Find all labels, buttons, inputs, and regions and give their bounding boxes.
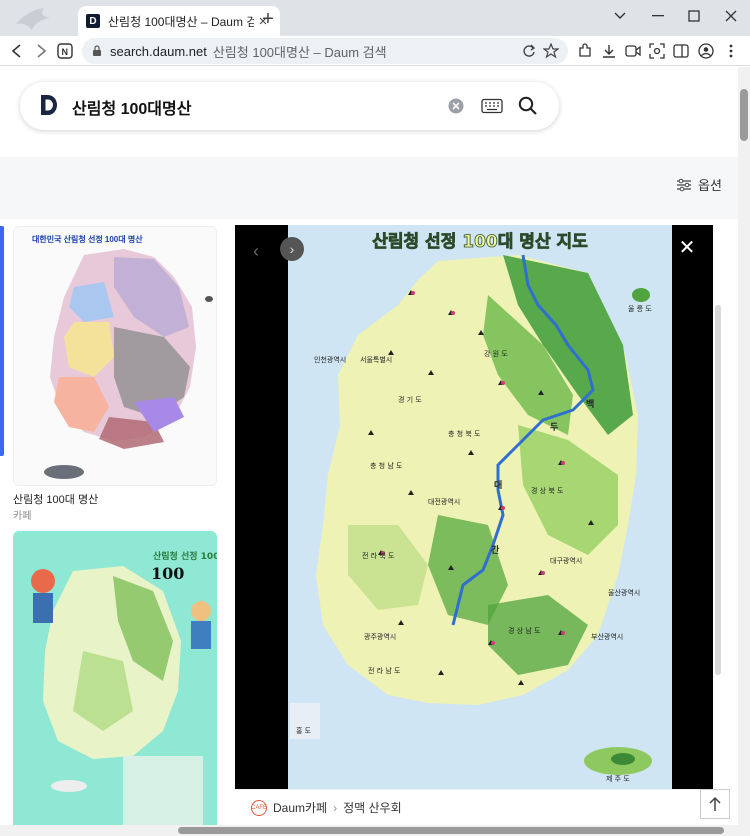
viewer-scrollbar[interactable] xyxy=(715,305,721,675)
region-label-gangwon: 강 원 도 xyxy=(484,349,508,358)
url-domain: search.daum.net xyxy=(110,43,207,59)
keyboard-icon[interactable] xyxy=(481,98,503,114)
region-label-seoul: 서울특별시 xyxy=(360,355,392,364)
cafe-badge-icon: CAFE xyxy=(251,799,267,816)
close-window-button[interactable] xyxy=(719,6,743,26)
new-tab-button[interactable]: + xyxy=(258,8,278,31)
region-label-gyeongnam: 경 상 남 도 xyxy=(508,626,541,635)
region-label-gwangju: 광주광역시 xyxy=(364,632,396,641)
island-label-ulleungdo: 울 릉 도 xyxy=(628,305,652,313)
search-box[interactable]: 산림청 100대명산 xyxy=(20,82,559,130)
result-thumbnail-2[interactable]: 산림청 선정 100대 명산 100 xyxy=(13,531,217,825)
results-header-band xyxy=(0,157,738,219)
island-label-hongdo: 홍 도 xyxy=(296,726,312,735)
ridge-label-dae: 대 xyxy=(494,479,502,491)
region-label-gyeongbuk: 경 상 북 도 xyxy=(531,486,564,495)
thumbnail-title-2: 산림청 선정 100대 명산 xyxy=(153,550,217,562)
clear-search-icon[interactable] xyxy=(448,98,464,114)
result-source-1: 카페 xyxy=(13,511,32,522)
options-button[interactable]: 옵션 xyxy=(676,175,722,194)
browser-menu-icon[interactable] xyxy=(722,42,740,60)
map-title: 산림청 선정 100대 명산 지도 xyxy=(372,231,588,252)
tab-title: 산림청 100대명산 – Daum 검색 xyxy=(108,14,254,29)
result-caption-1[interactable]: 산림청 100대 명산 xyxy=(13,491,98,507)
region-label-daegu: 대구광역시 xyxy=(550,556,582,565)
browser-toolbar: N search.daum.net 산림청 100대명산 – Daum 검색 xyxy=(0,36,750,66)
region-label-jeonnam: 전 라 남 도 xyxy=(368,666,401,675)
back-arrow-icon[interactable] xyxy=(8,42,26,60)
lock-icon xyxy=(93,45,101,56)
breadcrumb-separator-icon: › xyxy=(333,800,338,815)
reload-icon[interactable] xyxy=(522,44,536,58)
korea-100-mountains-map: 산림청 선정 100대 명산 지도 강 원 도 경 기 도 충 청 북 도 충 … xyxy=(288,225,672,789)
minimize-button[interactable] xyxy=(646,6,670,26)
image-viewer: 산림청 선정 100대 명산 지도 강 원 도 경 기 도 충 청 북 도 충 … xyxy=(235,225,713,825)
active-tab[interactable]: D 산림청 100대명산 – Daum 검색 × xyxy=(78,6,280,36)
filter-sliders-icon xyxy=(677,178,691,191)
notion-extension-icon[interactable]: N xyxy=(56,42,74,60)
ridge-label-baek: 백 xyxy=(586,398,594,410)
next-image-icon[interactable]: › xyxy=(280,237,304,261)
region-label-daejeon: 대전광역시 xyxy=(428,497,460,506)
region-label-jeonbuk: 전 라 북 도 xyxy=(362,551,395,560)
vertical-scroll-thumb[interactable] xyxy=(740,89,748,141)
screenshot-capture-icon[interactable] xyxy=(648,42,666,60)
ridge-label-gan: 간 xyxy=(491,544,500,556)
options-label: 옵션 xyxy=(698,178,722,193)
svg-text:100: 100 xyxy=(151,564,184,583)
map-graphic: 산림청 선정 100대 명산 지도 강 원 도 경 기 도 충 청 북 도 충 … xyxy=(288,225,672,789)
profile-avatar-icon[interactable] xyxy=(697,42,715,60)
viewer-source-bar[interactable]: CAFE Daum카페 › 정맥 산우회 xyxy=(235,789,713,825)
previous-image-icon[interactable]: ‹ xyxy=(253,241,259,262)
svg-text:N: N xyxy=(62,47,69,57)
daum-favicon-icon: D xyxy=(86,14,100,28)
page-content: 산림청 100대명산 옵션 대한민국 산림청 선정 100대 명산 산림청 10… xyxy=(0,67,738,825)
scroll-to-top-button[interactable] xyxy=(700,789,730,819)
daum-logo-icon xyxy=(41,95,57,115)
maximize-button[interactable] xyxy=(682,6,706,26)
search-icon[interactable] xyxy=(518,96,538,116)
korea-map-thumbnail-2: 산림청 선정 100대 명산 100 xyxy=(31,550,217,825)
region-label-busan: 부산광역시 xyxy=(591,632,623,641)
korea-map-thumbnail-1 xyxy=(44,249,213,479)
extensions-puzzle-icon[interactable] xyxy=(576,42,594,60)
region-label-gyeonggi: 경 기 도 xyxy=(398,395,422,404)
screen-record-icon[interactable] xyxy=(624,42,642,60)
close-viewer-icon[interactable]: ✕ xyxy=(675,235,699,260)
address-bar[interactable]: search.daum.net 산림청 100대명산 – Daum 검색 xyxy=(82,38,568,64)
page-vertical-scrollbar[interactable] xyxy=(738,67,750,836)
forward-arrow-icon[interactable] xyxy=(32,42,50,60)
tab-search-chevron-icon[interactable] xyxy=(608,6,632,26)
browser-bird-logo-icon xyxy=(16,8,50,30)
region-label-ulsan: 울산광역시 xyxy=(608,588,640,597)
result-thumbnail-1[interactable]: 대한민국 산림청 선정 100대 명산 xyxy=(13,226,217,486)
source-name[interactable]: 정맥 산우회 xyxy=(343,799,402,816)
island-label-jejudo: 제 주 도 xyxy=(606,775,630,783)
region-label-chungnam: 충 청 남 도 xyxy=(370,461,403,470)
region-label-chungbuk: 충 청 북 도 xyxy=(448,429,481,438)
url-page-title: 산림청 100대명산 – Daum 검색 xyxy=(212,44,387,60)
download-icon[interactable] xyxy=(600,42,618,60)
region-label-incheon: 인천광역시 xyxy=(314,355,346,364)
source-site[interactable]: Daum카페 xyxy=(273,799,327,816)
page-horizontal-scrollbar[interactable] xyxy=(0,825,738,836)
horizontal-scroll-thumb[interactable] xyxy=(178,827,724,834)
selected-indicator xyxy=(0,226,4,456)
search-query-input[interactable]: 산림청 100대명산 xyxy=(72,95,191,119)
tab-strip: D 산림청 100대명산 – Daum 검색 × + xyxy=(0,0,750,36)
side-panel-icon[interactable] xyxy=(672,42,690,60)
arrow-up-icon xyxy=(709,796,721,811)
ridge-label-du: 두 xyxy=(550,422,558,433)
bookmark-star-icon[interactable] xyxy=(543,43,559,59)
